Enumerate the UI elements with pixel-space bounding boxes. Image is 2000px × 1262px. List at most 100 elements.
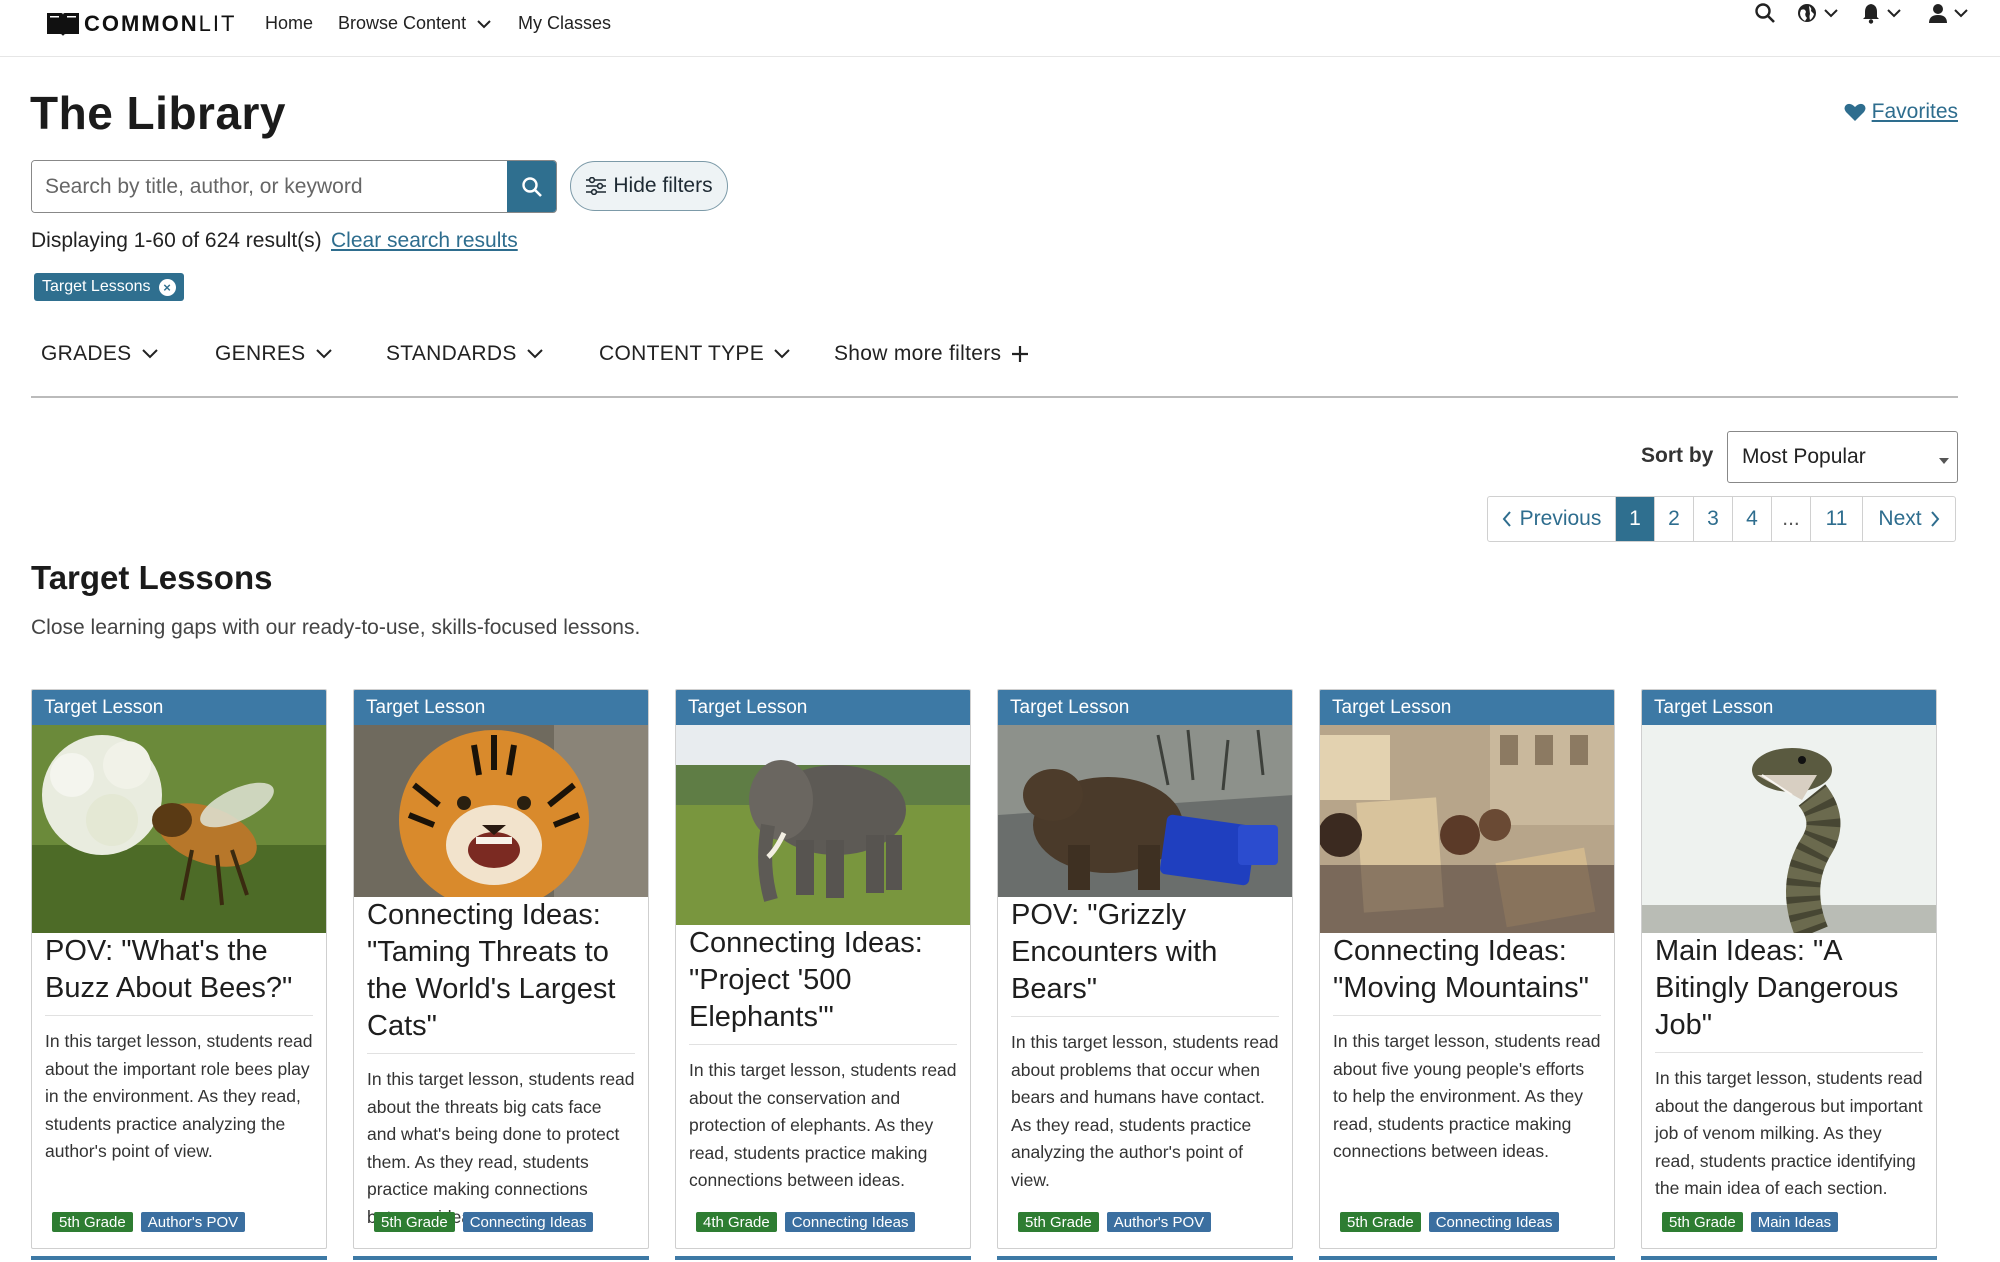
- plus-icon: [1012, 346, 1029, 362]
- chevron-down-icon: [526, 349, 543, 359]
- nav-my-classes[interactable]: My Classes: [518, 12, 611, 34]
- next-card-row-peek: [353, 1256, 649, 1262]
- page-title: The Library: [30, 87, 287, 139]
- lesson-card[interactable]: Target Lesson Connecting Ideas: "Taming …: [353, 689, 649, 1249]
- next-card-row-peek: [1319, 1256, 1615, 1262]
- logo-wordmark: COMMONLIT: [84, 11, 237, 36]
- filter-bar: GRADES GENRES STANDARDS CONTENT TYPE Sho…: [31, 332, 1958, 398]
- top-navigation: COMMONLIT Home Browse Content My Classes: [0, 0, 2000, 57]
- pagination-page-11[interactable]: 11: [1811, 497, 1863, 541]
- card-tags: 5th Grade Author's POV: [52, 1212, 246, 1232]
- grade-tag: 5th Grade: [1340, 1212, 1421, 1232]
- card-title[interactable]: POV: "What's the Buzz About Bees?": [45, 933, 313, 1016]
- favorites-label: Favorites: [1871, 100, 1958, 123]
- chevron-down-icon: [315, 349, 332, 359]
- grade-tag: 5th Grade: [1662, 1212, 1743, 1232]
- pagination-next-label: Next: [1878, 507, 1922, 530]
- filter-grades-label: GRADES: [41, 342, 132, 365]
- chevron-down-icon: [477, 20, 491, 29]
- sort-select-value: Most Popular: [1742, 445, 1866, 468]
- card-title[interactable]: Main Ideas: "A Bitingly Dangerous Job": [1655, 933, 1923, 1053]
- chevron-down-icon: [1824, 8, 1838, 17]
- card-type-label: Target Lesson: [32, 690, 326, 725]
- active-filter-chip: Target Lessons ×: [34, 273, 184, 301]
- hide-filters-button[interactable]: Hide filters: [570, 161, 728, 211]
- pagination-next[interactable]: Next: [1863, 497, 1955, 541]
- pagination-previous[interactable]: Previous: [1488, 497, 1616, 541]
- sort-select[interactable]: Most Popular: [1727, 431, 1958, 483]
- pagination-page-3[interactable]: 3: [1694, 497, 1733, 541]
- grade-tag: 5th Grade: [1018, 1212, 1099, 1232]
- clear-search-results-link[interactable]: Clear search results: [331, 229, 518, 253]
- lesson-card[interactable]: Target Lesson Main Ideas: "A Bitingly Da…: [1641, 689, 1937, 1249]
- pagination-page-1[interactable]: 1: [1616, 497, 1655, 541]
- card-type-label: Target Lesson: [354, 690, 648, 725]
- results-count: Displaying 1-60 of 624 result(s): [31, 229, 322, 252]
- show-more-filters[interactable]: Show more filters: [834, 342, 1029, 366]
- pagination-ellipsis: ...: [1772, 497, 1811, 541]
- card-image-bee: [32, 725, 326, 933]
- card-title[interactable]: POV: "Grizzly Encounters with Bears": [1011, 897, 1279, 1017]
- card-description: In this target lesson, students read abo…: [45, 1031, 313, 1161]
- card-image-bear: [998, 725, 1292, 897]
- next-card-row-peek: [31, 1256, 327, 1262]
- card-tags: 5th Grade Connecting Ideas: [1340, 1212, 1560, 1232]
- card-image-protest: [1320, 725, 1614, 933]
- section-description: Close learning gaps with our ready-to-us…: [31, 616, 641, 639]
- bell-icon: [1863, 4, 1879, 24]
- nav-browse-label: Browse Content: [338, 13, 467, 33]
- commonlit-logo[interactable]: COMMONLIT: [46, 10, 236, 38]
- chevron-down-icon: [774, 349, 790, 359]
- pagination-page-2[interactable]: 2: [1655, 497, 1694, 541]
- show-more-filters-label: Show more filters: [834, 342, 1002, 365]
- user-menu[interactable]: [1928, 0, 1968, 26]
- notifications-menu[interactable]: [1861, 0, 1901, 26]
- nav-home[interactable]: Home: [265, 12, 313, 34]
- card-type-label: Target Lesson: [998, 690, 1292, 725]
- book-logo-icon: [47, 13, 79, 36]
- card-type-label: Target Lesson: [1642, 690, 1936, 725]
- nav-browse-content[interactable]: Browse Content: [338, 12, 491, 34]
- sliders-icon: [586, 177, 607, 195]
- search-icon[interactable]: [1754, 0, 1776, 26]
- card-tags: 5th Grade Author's POV: [1018, 1212, 1212, 1232]
- next-card-row-peek: [997, 1256, 1293, 1262]
- filter-standards[interactable]: STANDARDS: [386, 342, 543, 366]
- filter-content-type[interactable]: CONTENT TYPE: [599, 342, 790, 366]
- card-type-label: Target Lesson: [676, 690, 970, 725]
- card-description: In this target lesson, students read abo…: [1655, 1068, 1923, 1198]
- lesson-card[interactable]: Target Lesson Connecting Ideas: "Project…: [675, 689, 971, 1249]
- lesson-card[interactable]: Target Lesson POV: "What's the Buzz Abou…: [31, 689, 327, 1249]
- card-title[interactable]: Connecting Ideas: "Project '500 Elephant…: [689, 925, 957, 1045]
- card-title[interactable]: Connecting Ideas: "Moving Mountains": [1333, 933, 1601, 1016]
- sort-by-label: Sort by: [1641, 444, 1714, 467]
- chevron-left-icon: [1502, 511, 1511, 527]
- card-tags: 5th Grade Connecting Ideas: [374, 1212, 594, 1232]
- chip-label: Target Lessons: [42, 278, 151, 295]
- card-image-elephant: [676, 725, 970, 925]
- remove-filter-icon[interactable]: ×: [158, 278, 176, 296]
- select-caret-icon: [1939, 458, 1949, 464]
- chevron-right-icon: [1930, 511, 1939, 527]
- card-title[interactable]: Connecting Ideas: "Taming Threats to the…: [367, 897, 635, 1054]
- favorites-link[interactable]: Favorites: [1844, 100, 1958, 124]
- skill-tag: Author's POV: [1106, 1212, 1212, 1232]
- chevron-down-icon: [1954, 8, 1968, 17]
- search-input[interactable]: [32, 161, 507, 212]
- pagination-page-4[interactable]: 4: [1733, 497, 1772, 541]
- skill-tag: Author's POV: [140, 1212, 246, 1232]
- section-title: Target Lessons: [31, 559, 273, 596]
- filter-genres[interactable]: GENRES: [215, 342, 332, 366]
- skill-tag: Connecting Ideas: [784, 1212, 916, 1232]
- language-menu[interactable]: [1796, 0, 1838, 26]
- lesson-card[interactable]: Target Lesson Connecting Ideas: "Moving …: [1319, 689, 1615, 1249]
- filter-standards-label: STANDARDS: [386, 342, 517, 365]
- card-tags: 4th Grade Connecting Ideas: [696, 1212, 916, 1232]
- user-icon: [1929, 4, 1947, 23]
- search-button[interactable]: [507, 161, 556, 212]
- pagination-previous-label: Previous: [1519, 507, 1602, 530]
- next-card-row-peek: [675, 1256, 971, 1262]
- lesson-card[interactable]: Target Lesson POV: "Grizzly Encounters w…: [997, 689, 1293, 1249]
- chevron-down-icon: [1887, 8, 1901, 17]
- filter-grades[interactable]: GRADES: [41, 342, 158, 366]
